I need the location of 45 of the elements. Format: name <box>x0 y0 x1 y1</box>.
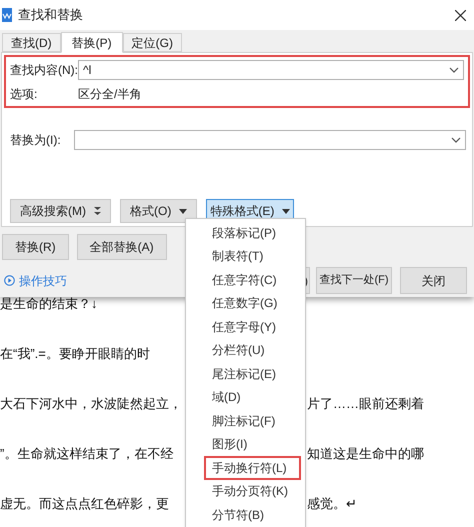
tab[interactable]: 定位(G) <box>122 33 182 52</box>
window-title: 查找和替换 <box>18 6 83 24</box>
caret-icon <box>282 208 290 214</box>
replace-field[interactable] <box>74 130 466 150</box>
document-text: 知道这是生命中的哪 <box>307 445 424 463</box>
menu-item[interactable]: 制表符(T) <box>204 244 301 268</box>
tips-link[interactable]: 操作技巧 <box>4 272 67 290</box>
document-text: 是生命的结束？↓ <box>0 295 98 313</box>
menu-item[interactable]: 分栏符(U) <box>204 338 301 362</box>
option-button[interactable]: 格式(O) <box>120 199 198 223</box>
replace-label: 替换为(I): <box>10 132 62 149</box>
close-icon[interactable] <box>455 10 466 20</box>
dialog-button[interactable]: 关闭 <box>400 267 467 294</box>
menu-item[interactable]: 任意字符(C) <box>204 268 301 292</box>
menu-item[interactable]: 段落标记(P) <box>204 221 301 244</box>
tab[interactable]: 查找(D) <box>2 33 61 52</box>
tab[interactable]: 替换(P) <box>60 32 123 53</box>
action-button[interactable]: 全部替换(A) <box>76 234 167 260</box>
options-label: 选项: <box>10 86 38 103</box>
document-text: ”。生命就这样结束了，在不经 <box>0 445 174 463</box>
menu-item[interactable]: 域(D) <box>204 386 301 409</box>
document-text: 虚无。而这点点红色碎影，更 <box>0 495 170 513</box>
find-label: 查找内容(N): <box>10 62 78 79</box>
action-button[interactable]: 替换(R) <box>2 234 69 260</box>
menu-item[interactable]: 脚注标记(F) <box>204 409 301 432</box>
play-circle-icon <box>4 275 15 286</box>
document-text: 大石下河水中，水波陡然起立， <box>0 395 183 413</box>
chevron-icon <box>449 67 459 73</box>
document-text: 在“我”.=。要睁开眼睛的时 <box>0 345 151 363</box>
menu-item[interactable]: 尾注标记(E) <box>204 362 301 386</box>
menu-item[interactable]: 任意数字(G) <box>204 292 301 315</box>
caret-icon <box>179 208 188 214</box>
document-text: 片了……眼前还剩着 <box>307 395 424 413</box>
double-arrow-icon <box>94 207 101 215</box>
find-field[interactable]: ^l <box>78 60 464 80</box>
menu-item[interactable]: 分节符(B) <box>204 503 301 526</box>
menu-item[interactable]: 手动换行符(L) <box>204 456 301 480</box>
menu-item[interactable]: 任意字母(Y) <box>204 315 301 338</box>
dialog-button[interactable]: 查找下一处(F) <box>316 267 392 294</box>
menu-item[interactable]: 手动分页符(K) <box>204 480 301 503</box>
chevron-icon <box>451 137 461 143</box>
document-text: 感觉。↵ <box>307 495 357 513</box>
option-button[interactable]: 高级搜索(M) <box>10 199 111 223</box>
options-value: 区分全/半角 <box>78 86 142 103</box>
menu-item[interactable]: 图形(I) <box>204 432 301 456</box>
